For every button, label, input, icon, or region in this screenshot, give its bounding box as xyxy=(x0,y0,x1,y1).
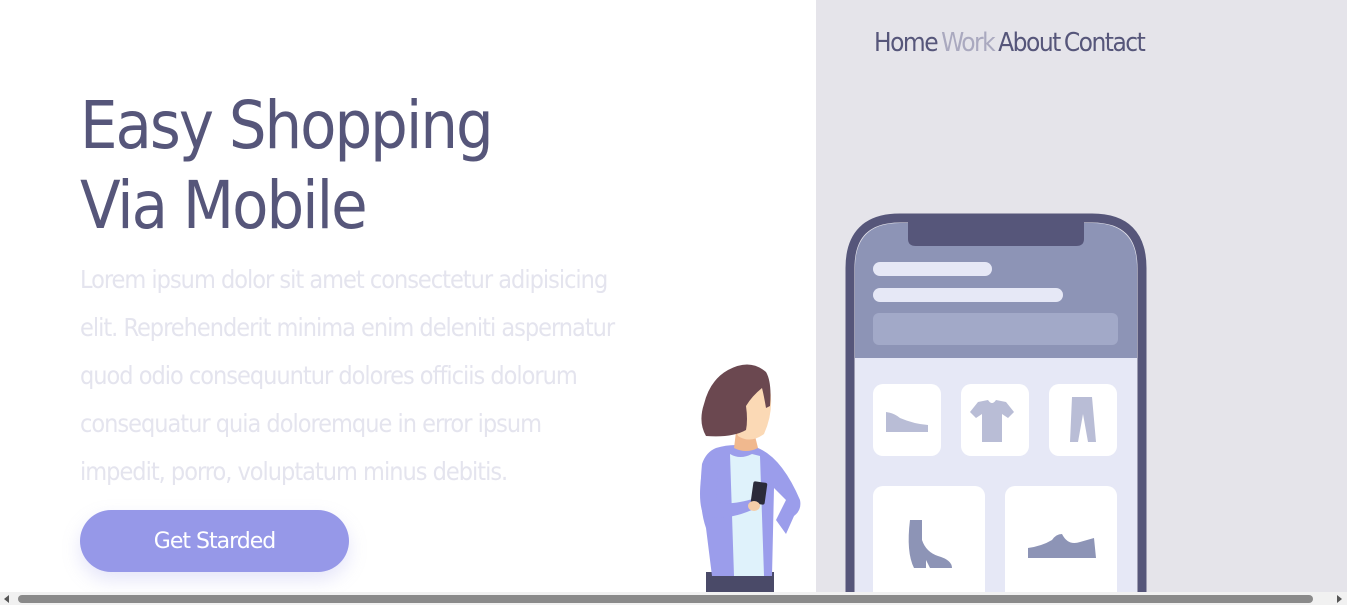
horizontal-scrollbar[interactable] xyxy=(0,592,1347,605)
main-nav: Home Work About Contact xyxy=(874,28,1146,58)
scroll-thumb[interactable] xyxy=(18,595,1313,603)
scroll-right-arrow-icon[interactable] xyxy=(1337,595,1342,603)
hero-title: Easy Shopping Via Mobile xyxy=(80,86,494,246)
scroll-left-arrow-icon[interactable] xyxy=(4,595,9,603)
nav-home[interactable]: Home xyxy=(874,28,939,58)
nav-work[interactable]: Work xyxy=(941,28,996,58)
hero-title-line1: Easy Shopping xyxy=(80,87,494,164)
woman-illustration xyxy=(700,364,801,592)
phone-illustration xyxy=(845,213,1147,592)
nav-contact[interactable]: Contact xyxy=(1064,28,1146,58)
nav-about[interactable]: About xyxy=(998,28,1061,58)
shopping-illustration xyxy=(700,213,1147,592)
hero-description: Lorem ipsum dolor sit amet consectetur a… xyxy=(80,265,615,486)
get-started-button[interactable]: Get Starded xyxy=(80,510,349,572)
hero-title-line2: Via Mobile xyxy=(80,167,368,244)
